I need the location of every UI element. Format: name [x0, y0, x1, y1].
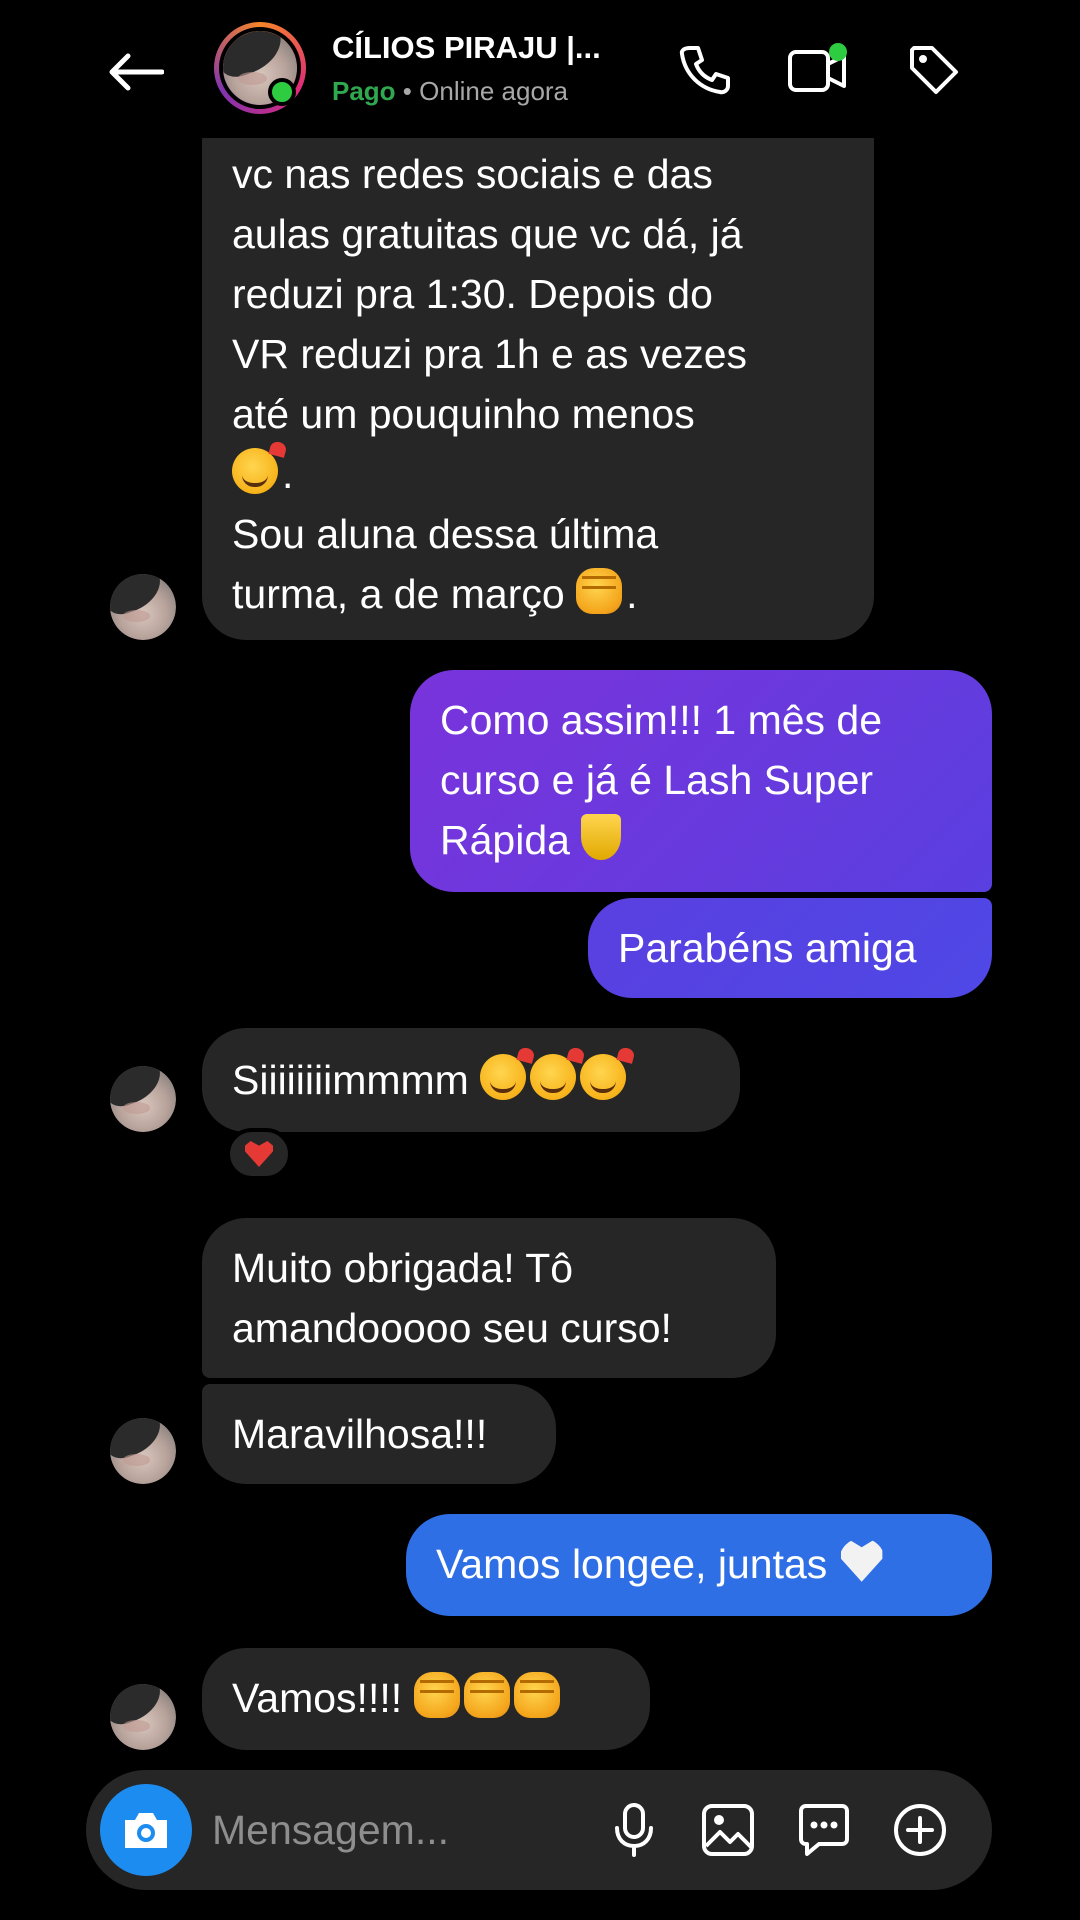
message-outgoing[interactable]: Vamos longee, juntas	[406, 1514, 992, 1616]
message-line: turma, a de março .	[232, 564, 844, 624]
message-incoming[interactable]: Siiiiiiiimmmm	[202, 1028, 740, 1132]
message-outgoing[interactable]: Parabéns amiga	[588, 898, 992, 998]
message-line: Muito obrigada! Tô	[232, 1245, 574, 1291]
message-text: turma, a de março	[232, 571, 565, 617]
message-reaction[interactable]	[226, 1128, 292, 1180]
message-composer	[86, 1770, 992, 1890]
sender-avatar[interactable]	[110, 1418, 176, 1484]
phone-icon	[679, 46, 730, 95]
contact-name[interactable]: CÍLIOS PIRAJU |...	[332, 30, 601, 66]
chat-screen: CÍLIOS PIRAJU |... Pago • Online agora v…	[0, 0, 1080, 1920]
message-text: Parabéns amiga	[618, 925, 917, 971]
online-indicator	[268, 78, 296, 106]
avatar-photo	[110, 1418, 176, 1484]
avatar-photo	[110, 574, 176, 640]
plus-circle-icon	[894, 1804, 946, 1856]
message-line: amandooooo seu curso!	[232, 1305, 672, 1351]
oncoming-fist-icon	[513, 1672, 560, 1718]
contact-status: Pago • Online agora	[332, 76, 568, 107]
video-call-button[interactable]	[786, 38, 850, 102]
sticker-button[interactable]	[794, 1800, 854, 1860]
message-text: .	[626, 571, 638, 617]
white-heart-icon	[840, 1540, 883, 1582]
message-line: VR reduzi pra 1h e as vezes	[232, 331, 748, 377]
paid-label: Pago	[332, 76, 396, 106]
camera-button[interactable]	[100, 1784, 192, 1876]
microphone-icon	[615, 1803, 653, 1857]
oncoming-fist-icon	[463, 1672, 510, 1718]
message-outgoing[interactable]: Como assim!!! 1 mês de curso e já é Lash…	[410, 670, 992, 892]
image-icon	[702, 1804, 754, 1856]
message-line: vc nas redes sociais e das	[232, 151, 713, 197]
oncoming-fist-icon	[576, 568, 623, 614]
message-line: .	[232, 444, 844, 504]
chat-header: CÍLIOS PIRAJU |... Pago • Online agora	[0, 0, 1080, 138]
gallery-button[interactable]	[698, 1800, 758, 1860]
message-incoming[interactable]: vc nas redes sociais e das aulas gratuit…	[202, 110, 874, 640]
status-separator: •	[395, 76, 420, 106]
smiling-face-with-hearts-icon	[580, 1054, 627, 1100]
message-text: Vamos!!!!	[232, 1675, 403, 1721]
camera-icon	[125, 1813, 167, 1848]
tag-icon	[910, 46, 958, 94]
message-line: aulas gratuitas que vc dá, já	[232, 211, 743, 257]
arrow-left-icon	[109, 53, 164, 91]
avatar-photo	[110, 1066, 176, 1132]
trophy-icon	[581, 814, 622, 860]
message-line: reduzi pra 1:30. Depois do	[232, 271, 713, 317]
red-heart-icon	[245, 1141, 273, 1167]
message-line: Sou aluna dessa última	[232, 511, 659, 557]
sender-avatar[interactable]	[110, 1684, 176, 1750]
smiling-face-with-hearts-icon	[530, 1054, 577, 1100]
message-line: até um pouquinho menos	[232, 391, 695, 437]
sender-avatar[interactable]	[110, 1066, 176, 1132]
message-line: Rápida	[440, 810, 962, 870]
avatar-photo	[110, 1684, 176, 1750]
message-input[interactable]	[212, 1798, 512, 1862]
message-line: Como assim!!! 1 mês de	[440, 697, 883, 743]
online-status: Online agora	[419, 76, 569, 106]
message-text: Siiiiiiiimmmm	[232, 1057, 469, 1103]
back-button[interactable]	[100, 40, 170, 104]
message-incoming[interactable]: Muito obrigada! Tô amandooooo seu curso!	[202, 1218, 776, 1378]
message-text: Vamos longee, juntas	[436, 1541, 828, 1587]
oncoming-fist-icon	[413, 1672, 460, 1718]
message-line: curso e já é Lash Super	[440, 757, 874, 803]
smiling-face-with-hearts-icon	[232, 448, 278, 494]
message-text: Rápida	[440, 817, 570, 863]
sender-avatar[interactable]	[110, 574, 176, 640]
smiling-face-with-hearts-icon	[480, 1054, 527, 1100]
chat-bubble-dots-icon	[799, 1804, 849, 1856]
message-incoming[interactable]: Vamos!!!!	[202, 1648, 650, 1750]
message-text: Maravilhosa!!!	[232, 1411, 488, 1457]
label-button[interactable]	[902, 38, 966, 102]
voice-message-button[interactable]	[604, 1800, 664, 1860]
voice-call-button[interactable]	[672, 38, 736, 102]
video-camera-icon	[788, 43, 847, 92]
more-options-button[interactable]	[890, 1800, 950, 1860]
message-incoming[interactable]: Maravilhosa!!!	[202, 1384, 556, 1484]
